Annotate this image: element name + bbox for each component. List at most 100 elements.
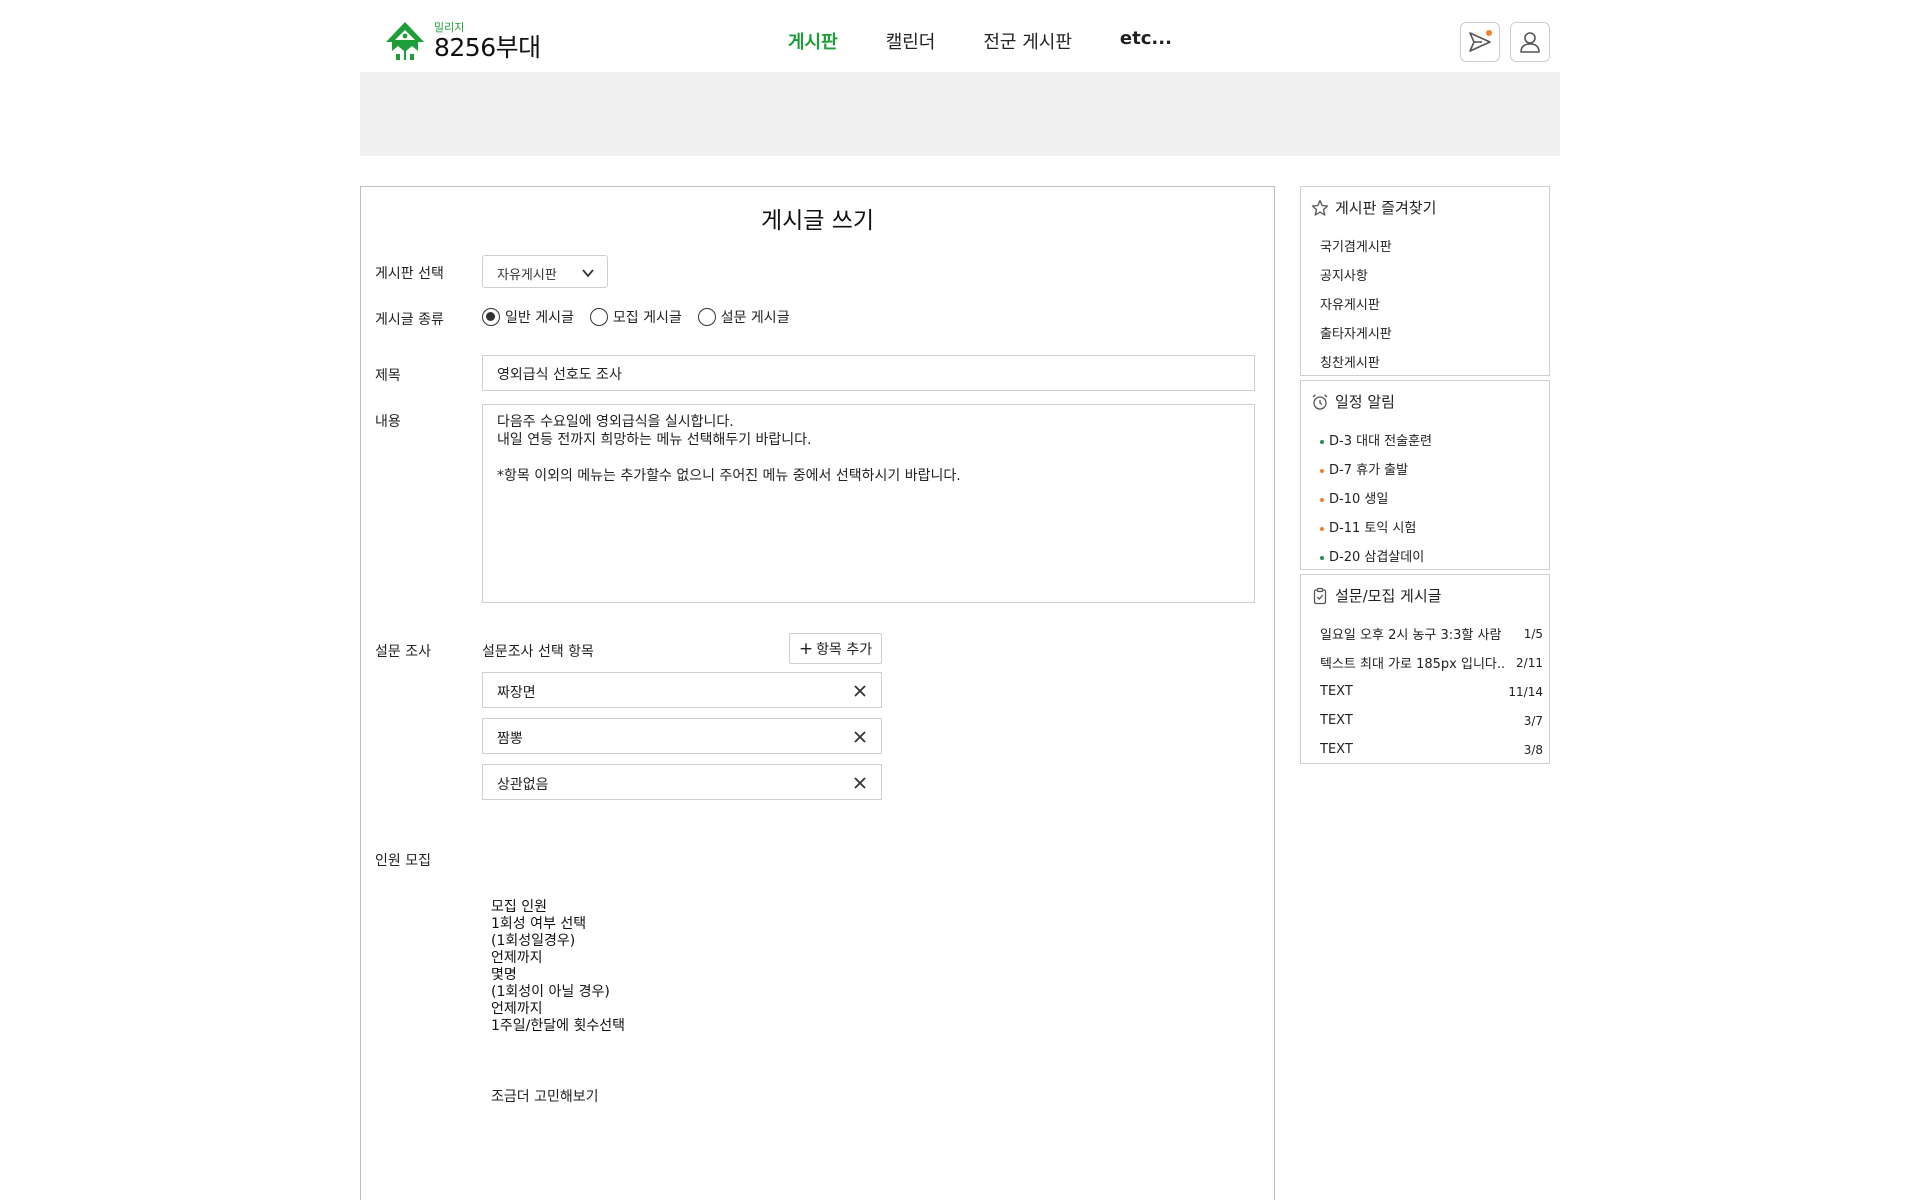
survey-option-input[interactable]: 짬뽕 [482, 718, 882, 754]
recruit-extra-note: 조금더 고민해보기 [491, 1089, 599, 1105]
close-icon[interactable] [853, 684, 867, 698]
radio-unchecked-icon [589, 308, 608, 326]
user-icon [1520, 32, 1540, 53]
profile-button[interactable] [1510, 22, 1550, 62]
clipboard-check-icon [1313, 587, 1327, 604]
chevron-down-icon [582, 269, 594, 278]
top-header: 밀리지 8256부대 게시판 캘린더 전군 게시판 etc... [360, 0, 1560, 72]
favorite-board-item[interactable]: 출타자게시판 [1320, 318, 1543, 347]
survey-post-title: TEXT [1320, 742, 1353, 757]
message-button[interactable] [1460, 22, 1500, 62]
schedule-dot [1320, 526, 1324, 531]
schedule-item[interactable]: D-10 생일 [1320, 483, 1543, 512]
survey-post-count: 3/8 [1523, 742, 1543, 757]
nav-board[interactable]: 게시판 [788, 28, 838, 54]
schedule-text: D-11 토익 시험 [1329, 521, 1417, 536]
favorite-board-item[interactable]: 공지사항 [1320, 260, 1543, 289]
radio-general-post[interactable]: 일반 게시글 [482, 307, 574, 327]
survey-posts-box: 설문/모집 게시글 일요일 오후 2시 농구 3:3할 사람 1/5 텍스트 최대… [1300, 574, 1550, 764]
nav-all-forces-board[interactable]: 전군 게시판 [983, 28, 1072, 54]
favorites-title-text: 게시판 즐겨찾기 [1335, 199, 1437, 217]
survey-option-input[interactable]: 짜장면 [482, 672, 882, 708]
subject-label: 제목 [375, 368, 401, 384]
survey-label: 설문 조사 [375, 644, 431, 660]
content-textarea[interactable]: 다음주 수요일에 영외급식을 실시합니다. 내일 연등 전까지 희망하는 메뉴 … [482, 404, 1255, 603]
schedule-dot [1320, 555, 1324, 560]
plus-icon: + [798, 638, 814, 659]
survey-option-text: 짬뽕 [497, 731, 523, 747]
recruit-note: 몇명 [491, 967, 517, 983]
recruit-note: 1주일/한달에 횟수선택 [491, 1018, 625, 1034]
recruit-note: 모집 인원 [491, 899, 547, 915]
survey-post-item[interactable]: TEXT 11/14 [1320, 677, 1543, 706]
board-select[interactable]: 자유게시판 [482, 255, 608, 288]
survey-posts-title: 설문/모집 게시글 [1311, 585, 1441, 606]
close-icon[interactable] [853, 730, 867, 744]
favorite-board-label: 공지사항 [1320, 269, 1368, 284]
survey-post-item[interactable]: TEXT 3/7 [1320, 706, 1543, 735]
schedule-text: D-3 대대 전술훈련 [1329, 434, 1432, 449]
survey-post-count: 2/11 [1516, 655, 1543, 670]
favorite-board-item[interactable]: 국기겸게시판 [1320, 231, 1543, 260]
favorite-board-label: 칭찬게시판 [1320, 356, 1380, 371]
schedule-box: 일정 알림 D-3 대대 전술훈련 D-7 휴가 출발 D-10 생일 D-11… [1300, 380, 1550, 570]
close-icon[interactable] [853, 776, 867, 790]
notification-dot [1486, 30, 1492, 36]
schedule-dot [1320, 497, 1324, 502]
board-select-label: 게시판 선택 [375, 266, 444, 282]
post-type-radio-group: 일반 게시글 모집 게시글 설문 게시글 [482, 307, 806, 327]
radio-label: 설문 게시글 [720, 310, 790, 326]
recruit-notes: 모집 인원 1회성 여부 선택 (1회성일경우) 언제까지 몇명 (1회성이 아… [491, 899, 625, 1035]
alarm-clock-icon [1312, 393, 1328, 410]
favorite-board-label: 자유게시판 [1320, 298, 1380, 313]
survey-post-count: 11/14 [1508, 684, 1543, 699]
board-select-value: 자유게시판 [497, 268, 557, 283]
content-label: 내용 [375, 414, 401, 430]
content-line [497, 449, 1240, 467]
recruit-note: (1회성일경우) [491, 933, 576, 949]
survey-post-count: 3/7 [1523, 713, 1543, 728]
logo[interactable]: 밀리지 8256부대 [384, 20, 541, 62]
survey-post-item[interactable]: 텍스트 최대 가로 185px 입니다.. 2/11 [1320, 648, 1543, 677]
survey-post-item[interactable]: 일요일 오후 2시 농구 3:3할 사람 1/5 [1320, 619, 1543, 648]
schedule-list: D-3 대대 전술훈련 D-7 휴가 출발 D-10 생일 D-11 토익 시험… [1320, 425, 1543, 570]
survey-post-title: 일요일 오후 2시 농구 3:3할 사람 [1320, 628, 1502, 643]
survey-post-count: 1/5 [1523, 626, 1543, 641]
nav-calendar[interactable]: 캘린더 [886, 28, 936, 54]
schedule-item[interactable]: D-20 삼겹살데이 [1320, 541, 1543, 570]
schedule-item[interactable]: D-3 대대 전술훈련 [1320, 425, 1543, 454]
radio-label: 일반 게시글 [505, 310, 574, 326]
content-line: 다음주 수요일에 영외급식을 실시합니다. [497, 414, 734, 430]
radio-checked-icon [482, 308, 500, 326]
add-option-button[interactable]: + 항목 추가 [789, 633, 882, 664]
content-line: *항목 이외의 메뉴는 추가할수 없으니 주어진 메뉴 중에서 선택하시기 바랍… [497, 468, 961, 484]
schedule-item[interactable]: D-11 토익 시험 [1320, 512, 1543, 541]
house-logo-icon [386, 22, 424, 60]
radio-recruit-post[interactable]: 모집 게시글 [589, 307, 682, 327]
content-line: 내일 연등 전까지 희망하는 메뉴 선택해두기 바랍니다. [497, 432, 812, 448]
recruit-note: 1회성 여부 선택 [491, 916, 587, 932]
schedule-text: D-20 삼겹살데이 [1329, 550, 1425, 565]
post-form-panel: 게시글 쓰기 게시판 선택 자유게시판 게시글 종류 일반 게시글 모집 게시글… [360, 186, 1275, 1200]
schedule-dot [1320, 439, 1324, 444]
radio-survey-post[interactable]: 설문 게시글 [697, 307, 790, 327]
survey-option-input[interactable]: 상관없음 [482, 764, 882, 800]
schedule-text: D-7 휴가 출발 [1329, 463, 1409, 478]
recruit-note: (1회성이 아닐 경우) [491, 984, 610, 1000]
main-nav: 게시판 캘린더 전군 게시판 etc... [788, 28, 1220, 54]
survey-posts-list: 일요일 오후 2시 농구 3:3할 사람 1/5 텍스트 최대 가로 185px … [1320, 619, 1543, 764]
recruit-note: 언제까지 [491, 1001, 543, 1017]
schedule-item[interactable]: D-7 휴가 출발 [1320, 454, 1543, 483]
survey-post-title: TEXT [1320, 684, 1353, 699]
survey-post-title: TEXT [1320, 713, 1353, 728]
favorite-board-item[interactable]: 자유게시판 [1320, 289, 1543, 318]
favorites-list: 국기겸게시판 공지사항 자유게시판 출타자게시판 칭찬게시판 [1320, 231, 1543, 376]
survey-post-item[interactable]: TEXT 3/8 [1320, 735, 1543, 764]
subject-input[interactable]: 영외급식 선호도 조사 [482, 355, 1255, 391]
post-type-label: 게시글 종류 [375, 312, 444, 328]
favorite-board-item[interactable]: 칭찬게시판 [1320, 347, 1543, 376]
schedule-text: D-10 생일 [1329, 492, 1389, 507]
schedule-title-text: 일정 알림 [1335, 393, 1395, 411]
radio-unchecked-icon [697, 308, 716, 326]
nav-etc[interactable]: etc... [1120, 28, 1172, 54]
